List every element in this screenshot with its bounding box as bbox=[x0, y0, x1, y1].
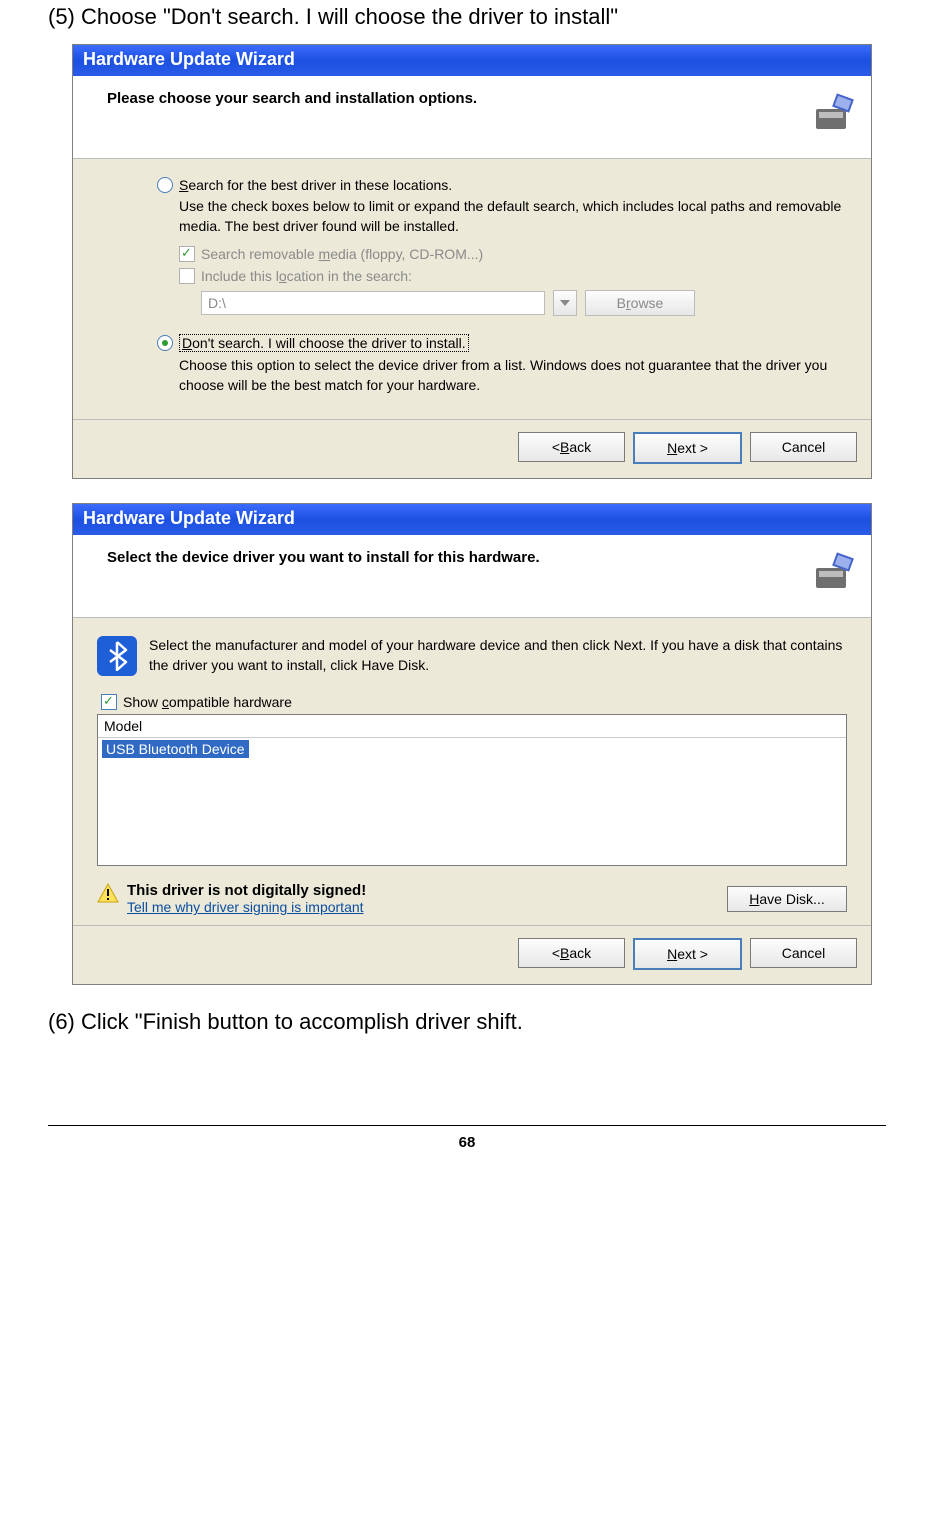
warning-icon bbox=[97, 882, 119, 904]
titlebar: Hardware Update Wizard bbox=[73, 504, 871, 535]
browse-button[interactable]: Browse bbox=[585, 290, 695, 316]
wizard-search-options: Hardware Update Wizard Please choose you… bbox=[72, 44, 872, 479]
titlebar: Hardware Update Wizard bbox=[73, 45, 871, 76]
cancel-button[interactable]: Cancel bbox=[750, 432, 857, 462]
wizard-header: Please choose your search and installati… bbox=[73, 76, 871, 159]
cancel-button[interactable]: Cancel bbox=[750, 938, 857, 968]
wizard-heading: Please choose your search and installati… bbox=[107, 90, 477, 107]
radio-dont-search[interactable] bbox=[157, 335, 173, 351]
wizard-footer: < Back Next > Cancel bbox=[73, 419, 871, 478]
wizard-heading: Select the device driver you want to ins… bbox=[107, 549, 540, 566]
have-disk-button[interactable]: Have Disk... bbox=[727, 886, 847, 912]
path-dropdown-button[interactable] bbox=[553, 290, 577, 316]
check-removable-media[interactable] bbox=[179, 246, 195, 262]
back-button[interactable]: < Back bbox=[518, 938, 625, 968]
hardware-icon bbox=[809, 90, 857, 138]
radio-search-desc: Use the check boxes below to limit or ex… bbox=[179, 197, 847, 236]
step5-instruction: (5) Choose "Don't search. I will choose … bbox=[48, 4, 886, 30]
wizard-body: Search for the best driver in these loca… bbox=[73, 159, 871, 419]
model-item-selected[interactable]: USB Bluetooth Device bbox=[102, 740, 249, 758]
model-column-header: Model bbox=[98, 715, 846, 738]
model-listbox[interactable]: Model USB Bluetooth Device bbox=[97, 714, 847, 866]
check-removable-label: Search removable media (floppy, CD-ROM..… bbox=[201, 246, 483, 262]
check-show-compatible[interactable] bbox=[101, 694, 117, 710]
wizard-footer: < Back Next > Cancel bbox=[73, 925, 871, 984]
bluetooth-icon bbox=[97, 636, 137, 676]
page-number: 68 bbox=[48, 1125, 886, 1171]
check-show-compatible-label: Show compatible hardware bbox=[123, 694, 292, 710]
next-button[interactable]: Next > bbox=[633, 938, 742, 970]
step6-instruction: (6) Click "Finish button to accomplish d… bbox=[48, 1009, 886, 1035]
wizard-select-driver: Hardware Update Wizard Select the device… bbox=[72, 503, 872, 985]
check-include-label: Include this location in the search: bbox=[201, 268, 412, 284]
sign-info-link[interactable]: Tell me why driver signing is important bbox=[127, 899, 364, 915]
wizard-body: Select the manufacturer and model of you… bbox=[73, 618, 871, 925]
check-include-location[interactable] bbox=[179, 268, 195, 284]
radio-search-label: Search for the best driver in these loca… bbox=[179, 177, 452, 193]
select-instruction: Select the manufacturer and model of you… bbox=[149, 636, 847, 675]
hardware-icon bbox=[809, 549, 857, 597]
next-button[interactable]: Next > bbox=[633, 432, 742, 464]
radio-dont-desc: Choose this option to select the device … bbox=[179, 356, 847, 395]
radio-search-best[interactable] bbox=[157, 177, 173, 193]
back-button[interactable]: < Back bbox=[518, 432, 625, 462]
path-input[interactable] bbox=[201, 291, 545, 315]
radio-dont-label: Don't search. I will choose the driver t… bbox=[179, 334, 469, 352]
sign-warning-text: This driver is not digitally signed! bbox=[127, 882, 366, 899]
wizard-header: Select the device driver you want to ins… bbox=[73, 535, 871, 618]
